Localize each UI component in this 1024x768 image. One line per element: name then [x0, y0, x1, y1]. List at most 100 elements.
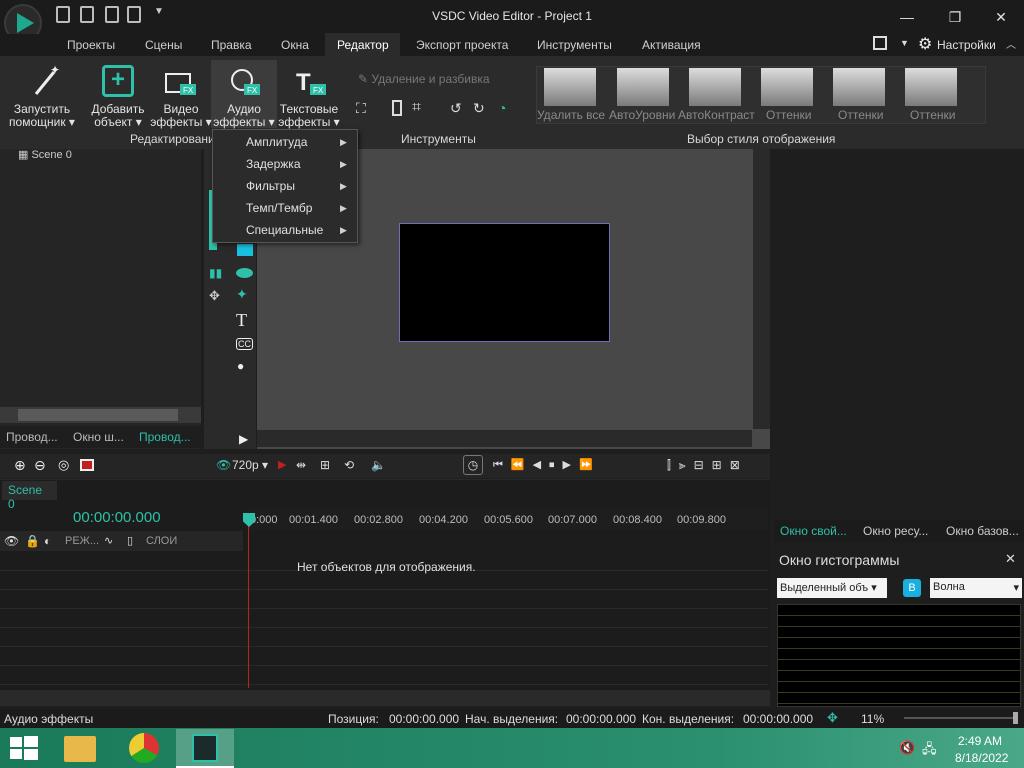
delete-split-button[interactable]: ✎ Удаление и разбивка	[358, 72, 490, 86]
preview-vscrollbar[interactable]	[753, 149, 770, 429]
zoom-fit-icon[interactable]: ✥	[827, 710, 838, 726]
left-scroll-thumb[interactable]	[18, 409, 178, 421]
menu-filters[interactable]: Фильтры	[246, 179, 295, 193]
layout-icon[interactable]	[873, 36, 887, 50]
fit-icon[interactable]: ⊞	[320, 458, 330, 472]
trim-icon[interactable]: ⇹	[296, 458, 306, 472]
lock-icon[interactable]: 🔒	[25, 534, 40, 548]
speed-icon[interactable]: ◔	[498, 100, 506, 116]
rotate-right-icon[interactable]: ↻	[473, 100, 485, 117]
wizard-button[interactable]: Запустить помощник ▾	[6, 103, 78, 129]
record-icon[interactable]	[80, 459, 94, 471]
clock-time[interactable]: 2:49 AM	[958, 734, 1002, 748]
subtitles-tool-icon[interactable]: CC	[236, 338, 253, 350]
add-object-button[interactable]: Добавить объект ▾	[86, 103, 150, 129]
menu-special[interactable]: Специальные	[246, 223, 323, 237]
preview-hscrollbar[interactable]	[257, 430, 752, 447]
crop-icon[interactable]: ⌗	[412, 99, 421, 117]
menu-edit[interactable]: Правка	[211, 38, 252, 52]
minimize-button[interactable]: —	[884, 4, 930, 30]
style-label: Оттенки	[766, 108, 812, 122]
tab-objects-explorer[interactable]: Провод...	[139, 430, 191, 444]
menu-projects[interactable]: Проекты	[67, 38, 115, 52]
waveform-icon[interactable]: ∿	[104, 534, 113, 547]
menu-amplitude[interactable]: Амплитуда	[246, 135, 307, 149]
style-thumb-tint-3[interactable]	[905, 68, 957, 106]
maximize-button[interactable]: ❐	[932, 4, 978, 30]
zoom-slider[interactable]	[904, 717, 1016, 719]
network-icon[interactable]: 🖧	[922, 740, 937, 762]
polygon-tool-icon[interactable]: ✦	[236, 286, 248, 303]
tab-project-explorer[interactable]: Провод...	[6, 430, 58, 444]
menu-scenes[interactable]: Сцены	[145, 38, 182, 52]
text-fx-button[interactable]: Текстовые эффекты ▾	[276, 103, 342, 129]
preview-eye-icon[interactable]: 👁	[216, 458, 231, 472]
tools-expand-icon[interactable]: ▶	[239, 432, 248, 446]
video-fx-button[interactable]: Видео эффекты ▾	[150, 103, 212, 129]
ruler-label: 00:02.800	[354, 514, 403, 526]
zoom-slider-thumb[interactable]	[1013, 712, 1018, 724]
ruler-label: 00:01.400	[289, 514, 338, 526]
settings-label[interactable]: Настройки	[937, 38, 996, 52]
timeline-snap-icons[interactable]: ⫿⫸⊟⊞⊠	[667, 458, 748, 473]
style-thumb-remove-all[interactable]	[544, 68, 596, 106]
callout-tool-icon[interactable]: ●	[237, 359, 244, 373]
file-explorer-icon[interactable]	[64, 736, 96, 762]
scene-canvas[interactable]	[399, 223, 610, 342]
gear-icon[interactable]: ⚙	[918, 34, 932, 54]
histogram-source-select[interactable]: Выделенный объ ▾	[777, 578, 887, 598]
crop-tools-icon[interactable]: ⛶	[356, 100, 366, 117]
volume-muted-icon[interactable]: 🔇	[899, 740, 915, 756]
timeline-hscrollbar[interactable]	[0, 690, 770, 706]
tab-templates[interactable]: Окно ш...	[73, 430, 124, 444]
position-label: Позиция:	[328, 712, 379, 726]
marker-icon[interactable]: ▶	[278, 458, 286, 471]
histogram-b-button[interactable]: B	[903, 579, 921, 597]
resolution-select[interactable]: 720p ▾	[232, 458, 268, 472]
menu-tempo-pitch[interactable]: Темп/Тембр	[246, 201, 312, 215]
scene-tree-item[interactable]: ▦ Scene 0	[18, 148, 72, 161]
menu-activation[interactable]: Активация	[642, 38, 701, 52]
blend-icon[interactable]: ◐	[44, 534, 51, 548]
audio-track-icon[interactable]: ◎	[58, 457, 69, 473]
clock-icon[interactable]: ◷	[463, 455, 483, 475]
layout-dropdown-icon[interactable]: ▼	[900, 38, 909, 48]
rotate-left-icon[interactable]: ↺	[450, 100, 462, 117]
menu-windows[interactable]: Окна	[281, 38, 309, 52]
style-thumb-autocontrast[interactable]	[689, 68, 741, 106]
menu-editor[interactable]: Редактор	[337, 38, 389, 52]
windows-start-icon[interactable]	[10, 736, 38, 763]
chrome-icon[interactable]	[129, 733, 159, 763]
split-icon[interactable]	[392, 100, 402, 116]
close-button[interactable]: ✕	[978, 4, 1024, 30]
audio-fx-button[interactable]: Аудио эффекты ▾	[212, 103, 276, 129]
visibility-icon[interactable]: 👁	[4, 534, 19, 548]
menu-tools[interactable]: Инструменты	[537, 38, 612, 52]
remove-track-icon[interactable]: ⊖	[34, 457, 46, 474]
rectangle-tool-icon[interactable]	[237, 244, 253, 256]
histogram-mode-select[interactable]: Волна ▾	[930, 578, 1022, 598]
ellipse-tool-icon[interactable]	[236, 268, 253, 278]
histogram-close-icon[interactable]: ✕	[1005, 551, 1016, 567]
clock-date[interactable]: 8/18/2022	[955, 751, 1008, 765]
add-track-icon[interactable]: ⊕	[14, 457, 26, 474]
menu-export[interactable]: Экспорт проекта	[416, 38, 508, 52]
audio-spectrum-icon[interactable]: ▮▮	[209, 266, 222, 280]
style-thumb-autolevels[interactable]	[617, 68, 669, 106]
style-thumb-tint-2[interactable]	[833, 68, 885, 106]
volume-icon[interactable]: 🔈	[371, 458, 386, 472]
menu-delay[interactable]: Задержка	[246, 157, 301, 171]
tab-resources[interactable]: Окно ресу...	[863, 524, 928, 538]
text-fx-icon: T FX	[294, 66, 326, 96]
tab-properties[interactable]: Окно свой...	[780, 524, 847, 538]
tab-basic-effects[interactable]: Окно базов...	[946, 524, 1019, 538]
loop-icon[interactable]: ⟲	[344, 458, 354, 472]
playback-controls[interactable]: ⏮⏪◀⏹▶⏩	[493, 458, 601, 472]
ribbon-collapse-icon[interactable]: ︿	[1006, 36, 1016, 51]
text-tool-icon[interactable]: T	[236, 310, 247, 331]
scene-tab[interactable]: Scene 0	[2, 481, 57, 511]
audio-column-icon[interactable]: ▯	[127, 534, 133, 547]
move-icon[interactable]: ✥	[209, 288, 220, 304]
playhead[interactable]	[248, 518, 249, 688]
style-thumb-tint-1[interactable]	[761, 68, 813, 106]
